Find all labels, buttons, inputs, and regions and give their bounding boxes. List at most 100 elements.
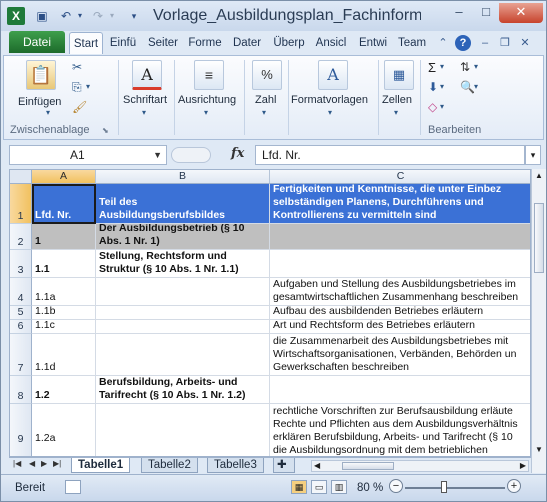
cell-a9[interactable]: 1.2a xyxy=(32,404,96,456)
doc-restore-icon[interactable]: ❐ xyxy=(497,35,513,51)
paste-icon[interactable]: 📋 xyxy=(26,60,56,90)
styles-icon[interactable]: A xyxy=(318,60,348,90)
cell-c9[interactable]: rechtliche Vorschriften zur Berufsausbil… xyxy=(270,404,530,456)
vertical-scroll-thumb[interactable] xyxy=(534,203,544,273)
cells-button[interactable]: Zellen xyxy=(382,94,412,106)
insert-sheet-icon[interactable]: ✚ xyxy=(273,458,295,473)
cell-a2[interactable]: 1 xyxy=(32,224,96,250)
row-header[interactable]: 4 xyxy=(10,278,32,306)
formula-splitter[interactable] xyxy=(171,147,211,163)
tab-insert[interactable]: Einfü xyxy=(105,32,141,54)
excel-icon[interactable]: X xyxy=(7,7,25,25)
zoom-out-icon[interactable]: − xyxy=(389,479,403,493)
redo-dropdown-icon[interactable]: ▾ xyxy=(103,7,121,25)
save-icon[interactable]: ▣ xyxy=(33,7,51,25)
cell-a1[interactable]: Lfd. Nr. xyxy=(32,184,96,224)
cell-c1[interactable]: Fertigkeiten und Kenntnisse, die unter E… xyxy=(270,184,530,224)
page-break-view-icon[interactable]: ▥ xyxy=(331,480,347,494)
cell-b6[interactable] xyxy=(96,320,270,334)
find-select-icon[interactable]: 🔍 xyxy=(460,80,475,94)
row-header[interactable]: 2 xyxy=(10,224,32,250)
cells-dropdown-icon[interactable]: ▾ xyxy=(394,108,398,117)
cell-b1[interactable]: Teil des Ausbildungsberufsbildes xyxy=(96,184,270,224)
select-all-button[interactable] xyxy=(10,170,32,184)
zoom-level[interactable]: 80 % xyxy=(357,482,383,494)
column-header-a[interactable]: A xyxy=(32,170,96,184)
close-button[interactable]: ✕ xyxy=(499,3,543,23)
cell-a8[interactable]: 1.2 xyxy=(32,376,96,404)
cut-icon[interactable]: ✂ xyxy=(72,60,82,74)
next-sheet-icon[interactable]: ▶ xyxy=(41,459,47,468)
horizontal-scrollbar[interactable]: ◀ ▶ xyxy=(311,460,529,472)
font-icon[interactable]: A xyxy=(132,60,162,90)
alignment-dropdown-icon[interactable]: ▾ xyxy=(204,108,208,117)
cell-b5[interactable] xyxy=(96,306,270,320)
cell-c7[interactable]: die Zusammenarbeit des Ausbildungsbetrie… xyxy=(270,334,530,376)
formula-input[interactable]: Lfd. Nr. xyxy=(255,145,525,165)
page-layout-view-icon[interactable]: ▭ xyxy=(311,480,327,494)
row-header[interactable]: 8 xyxy=(10,376,32,404)
normal-view-icon[interactable]: ▦ xyxy=(291,480,307,494)
clear-icon[interactable]: ◇ xyxy=(428,100,437,114)
horizontal-scroll-thumb[interactable] xyxy=(342,462,394,470)
row-header[interactable]: 9 xyxy=(10,404,32,456)
paste-dropdown-icon[interactable]: ▾ xyxy=(46,108,50,117)
cells-icon[interactable]: ▦ xyxy=(384,60,414,90)
cell-c3[interactable] xyxy=(270,250,530,278)
number-dropdown-icon[interactable]: ▾ xyxy=(262,108,266,117)
tab-page-layout[interactable]: Seiter xyxy=(143,32,183,54)
font-button[interactable]: Schriftart xyxy=(123,94,167,106)
cell-a3[interactable]: 1.1 xyxy=(32,250,96,278)
last-sheet-icon[interactable]: ▶| xyxy=(53,459,61,468)
doc-minimize-icon[interactable]: – xyxy=(477,35,493,51)
paste-button[interactable]: Einfügen xyxy=(18,96,61,108)
zoom-in-icon[interactable]: + xyxy=(507,479,521,493)
sheet-tab-tabelle1[interactable]: Tabelle1 xyxy=(71,458,131,473)
prev-sheet-icon[interactable]: ◀ xyxy=(29,459,35,468)
row-header[interactable]: 7 xyxy=(10,334,32,376)
cell-b9[interactable] xyxy=(96,404,270,456)
find-select-dropdown-icon[interactable]: ▾ xyxy=(474,82,478,91)
scroll-right-icon[interactable]: ▶ xyxy=(520,461,526,470)
undo-dropdown-icon[interactable]: ▾ xyxy=(71,7,89,25)
styles-button[interactable]: Formatvorlagen xyxy=(291,94,368,106)
cell-b2[interactable]: Der Ausbildungsbetrieb (§ 10 Abs. 1 Nr. 1… xyxy=(96,224,270,250)
help-icon[interactable]: ? xyxy=(455,35,471,51)
alignment-icon[interactable]: ≡ xyxy=(194,60,224,90)
dialog-launcher-icon[interactable]: ⬊ xyxy=(102,126,109,135)
cell-a7[interactable]: 1.1d xyxy=(32,334,96,376)
row-header[interactable]: 6 xyxy=(10,320,32,334)
cell-b3[interactable]: Stellung, Rechtsform und Struktur (§ 10 A… xyxy=(96,250,270,278)
zoom-slider-thumb[interactable] xyxy=(441,481,447,493)
fill-icon[interactable]: ⬇ xyxy=(428,80,438,94)
percent-icon[interactable]: % xyxy=(252,60,282,90)
first-sheet-icon[interactable]: |◀ xyxy=(13,459,21,468)
number-button[interactable]: Zahl xyxy=(255,94,276,106)
expand-formula-icon[interactable]: ▾ xyxy=(525,145,541,165)
cell-a5[interactable]: 1.1b xyxy=(32,306,96,320)
cell-b7[interactable] xyxy=(96,334,270,376)
copy-icon[interactable]: ⎘ xyxy=(72,80,82,95)
row-header[interactable]: 3 xyxy=(10,250,32,278)
font-dropdown-icon[interactable]: ▾ xyxy=(142,108,146,117)
scroll-up-icon[interactable]: ▲ xyxy=(535,171,543,180)
format-painter-icon[interactable]: 🖌 xyxy=(72,100,87,114)
worksheet-grid[interactable]: A B C 1 Lfd. Nr. Teil des Ausbildungsberu… xyxy=(9,169,531,457)
cell-c5[interactable]: Aufbau des ausbildenden Betriebes erläut… xyxy=(270,306,530,320)
sheet-tab-tabelle3[interactable]: Tabelle3 xyxy=(207,458,264,473)
sheet-tab-tabelle2[interactable]: Tabelle2 xyxy=(141,458,198,473)
maximize-button[interactable]: □ xyxy=(473,3,499,23)
tab-data[interactable]: Dater xyxy=(227,32,267,54)
cell-c2[interactable] xyxy=(270,224,530,250)
insert-function-icon[interactable]: fx xyxy=(231,146,244,161)
column-header-b[interactable]: B xyxy=(96,170,270,184)
styles-dropdown-icon[interactable]: ▾ xyxy=(328,108,332,117)
chevron-down-icon[interactable]: ▼ xyxy=(153,146,162,164)
name-box[interactable]: A1 ▼ xyxy=(9,145,167,165)
minimize-button[interactable]: – xyxy=(446,3,472,23)
sort-filter-dropdown-icon[interactable]: ▾ xyxy=(474,62,478,71)
minimize-ribbon-icon[interactable]: ⌃ xyxy=(435,35,451,51)
copy-dropdown-icon[interactable]: ▾ xyxy=(86,82,90,91)
cell-b4[interactable] xyxy=(96,278,270,306)
tab-start[interactable]: Start xyxy=(69,32,103,54)
